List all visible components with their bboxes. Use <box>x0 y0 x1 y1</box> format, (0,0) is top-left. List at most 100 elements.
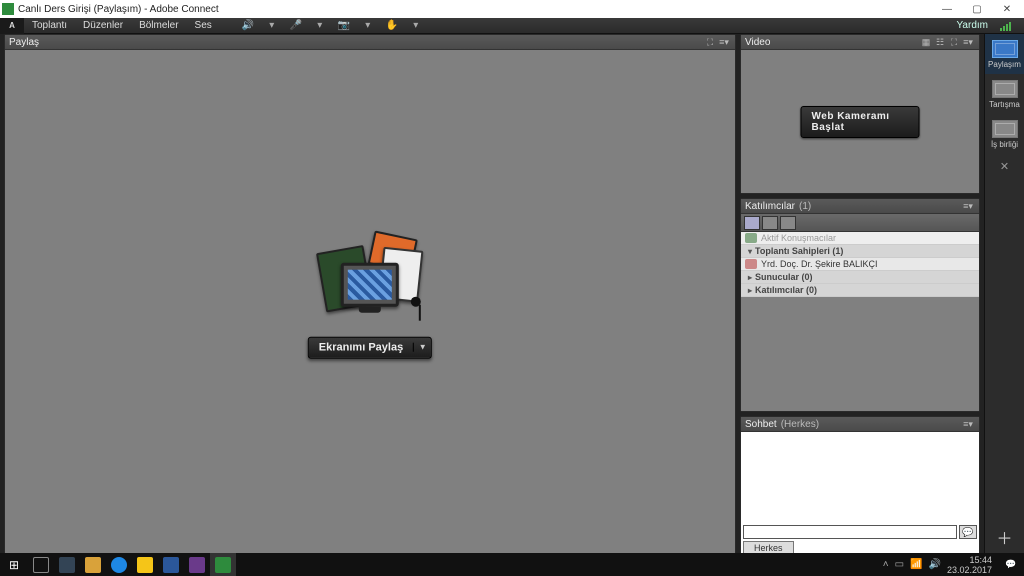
participants-pod-title: Katılımcılar <box>745 201 795 212</box>
active-speakers-row: Aktif Konuşmacılar <box>741 232 979 245</box>
system-tray[interactable]: ˄ ▭ 📶 🔊 <box>877 559 947 570</box>
menu-help[interactable]: Yardım <box>949 20 997 31</box>
window-title: Canlı Ders Girişi (Paylaşım) - Adobe Con… <box>18 4 219 15</box>
menu-audio[interactable]: Ses <box>187 20 220 31</box>
layout-collab[interactable]: İş birliği <box>985 114 1024 154</box>
participants-pod: Katılımcılar (1) ≡▾ Aktif Konuşmacılar ▾… <box>740 198 980 412</box>
volume-icon[interactable]: 🔊 <box>929 559 941 570</box>
layout-share[interactable]: Paylaşım <box>985 34 1024 74</box>
maximize-button[interactable]: ▢ <box>962 4 992 15</box>
fullscreen-icon[interactable]: ⛶ <box>703 37 717 48</box>
attendees-section-label: Katılımcılar (0) <box>755 285 817 295</box>
participant-row[interactable]: Yrd. Doç. Dr. Şekire BALIKÇI <box>741 258 979 271</box>
chat-history[interactable] <box>743 447 977 525</box>
layouts-sidebar: Paylaşım Tartışma İş birliği ✕ ＋ <box>984 34 1024 553</box>
calculator-icon[interactable] <box>54 553 80 576</box>
speaker-icon[interactable]: 🔊 <box>236 20 260 31</box>
mic-icon[interactable]: 🎤 <box>284 20 308 31</box>
windows-taskbar: ⊞ ˄ ▭ 📶 🔊 15:44 23.02.2017 💬 <box>0 553 1024 576</box>
action-center-icon[interactable]: 💬 <box>998 553 1024 576</box>
pod-options-icon[interactable]: ≡▾ <box>961 201 975 212</box>
layout-label: Tartışma <box>989 100 1020 109</box>
chat-input[interactable] <box>743 525 957 539</box>
participant-name: Yrd. Doç. Dr. Şekire BALIKÇI <box>761 259 878 269</box>
video-pod-header[interactable]: Video ▦ ☷ ⛶ ≡▾ <box>741 35 979 50</box>
workspace: Paylaş ⛶ ≡▾ Ekranımı Paylaş ▼ <box>0 34 984 553</box>
chat-pod-header[interactable]: Sohbet (Herkes) ≡▾ <box>741 417 979 432</box>
minimize-button[interactable]: — <box>932 4 962 15</box>
fullscreen-icon[interactable]: ⛶ <box>947 37 961 48</box>
view-breakout-icon[interactable] <box>780 216 796 230</box>
view-list-icon[interactable] <box>744 216 760 230</box>
presenters-section[interactable]: ▸ Sunucular (0) <box>741 271 979 284</box>
chat-pod-title: Sohbet <box>745 419 777 430</box>
participants-toolbar <box>741 214 979 232</box>
share-pod-body: Ekranımı Paylaş ▼ <box>5 50 735 553</box>
share-pod-title: Paylaş <box>9 37 39 48</box>
close-layouts-icon[interactable]: ✕ <box>985 160 1024 173</box>
expand-icon: ▸ <box>745 286 755 295</box>
adobe-logo: A <box>0 18 24 34</box>
menu-pods[interactable]: Bölmeler <box>131 20 186 31</box>
speaker-menu[interactable]: ▾ <box>260 20 284 31</box>
video-pod-title: Video <box>745 37 770 48</box>
share-screen-button[interactable]: Ekranımı Paylaş ▼ <box>308 336 432 358</box>
sticky-notes-icon[interactable] <box>132 553 158 576</box>
app-icon <box>2 3 14 15</box>
window-titlebar: Canlı Ders Girişi (Paylaşım) - Adobe Con… <box>0 0 1024 18</box>
file-explorer-icon[interactable] <box>80 553 106 576</box>
connection-strength-icon[interactable] <box>1000 21 1020 31</box>
adobe-connect-task-icon[interactable] <box>210 553 236 576</box>
chat-scope: (Herkes) <box>781 419 819 430</box>
wifi-icon[interactable]: 📶 <box>910 559 922 570</box>
filmstrip-view-icon[interactable]: ☷ <box>933 37 947 48</box>
tray-chevron-icon[interactable]: ˄ <box>883 559 889 570</box>
battery-icon[interactable]: ▭ <box>895 559 904 570</box>
close-button[interactable]: ✕ <box>992 4 1022 15</box>
chat-tab-label: Herkes <box>754 543 783 553</box>
edge-icon[interactable] <box>106 553 132 576</box>
participants-count: (1) <box>799 201 811 212</box>
chat-send-button[interactable]: 💬 <box>959 525 977 539</box>
participants-pod-header[interactable]: Katılımcılar (1) ≡▾ <box>741 199 979 214</box>
layout-thumb-icon <box>992 120 1018 138</box>
menubar: A Toplantı Düzenler Bölmeler Ses 🔊▾ 🎤▾ 📷… <box>0 18 1024 34</box>
participants-pod-body: Aktif Konuşmacılar ▾ Toplantı Sahipleri … <box>741 214 979 411</box>
layout-thumb-icon <box>992 40 1018 58</box>
expand-icon: ▸ <box>745 273 755 282</box>
word-icon[interactable] <box>158 553 184 576</box>
grid-view-icon[interactable]: ▦ <box>919 37 933 48</box>
webcam-menu[interactable]: ▾ <box>356 20 380 31</box>
clock[interactable]: 15:44 23.02.2017 <box>947 555 998 575</box>
pod-options-icon[interactable]: ≡▾ <box>961 419 975 430</box>
attendees-section[interactable]: ▸ Katılımcılar (0) <box>741 284 979 297</box>
pod-options-icon[interactable]: ≡▾ <box>961 37 975 48</box>
share-pod-header[interactable]: Paylaş ⛶ ≡▾ <box>5 35 735 50</box>
app-icon[interactable] <box>184 553 210 576</box>
pod-options-icon[interactable]: ≡▾ <box>717 37 731 48</box>
hosts-section-label: Toplantı Sahipleri (1) <box>755 246 843 256</box>
mic-menu[interactable]: ▾ <box>308 20 332 31</box>
share-illustration <box>315 232 425 322</box>
chat-pod-body: 💬 Herkes <box>741 432 979 553</box>
start-button[interactable]: ⊞ <box>0 558 28 572</box>
hosts-section[interactable]: ▾ Toplantı Sahipleri (1) <box>741 245 979 258</box>
add-layout-button[interactable]: ＋ <box>985 525 1024 549</box>
host-icon <box>745 259 757 269</box>
start-webcam-button[interactable]: Web Kameramı Başlat <box>801 106 920 138</box>
layout-label: İş birliği <box>991 140 1018 149</box>
task-view-icon[interactable] <box>28 553 54 576</box>
chat-tab-everyone[interactable]: Herkes <box>743 541 794 553</box>
start-webcam-label: Web Kameramı Başlat <box>812 111 890 133</box>
chat-pod: Sohbet (Herkes) ≡▾ 💬 Herkes <box>740 416 980 554</box>
layout-discuss[interactable]: Tartışma <box>985 74 1024 114</box>
status-menu[interactable]: ▾ <box>404 20 428 31</box>
share-screen-dropdown[interactable]: ▼ <box>413 343 431 352</box>
video-pod-body: Web Kameramı Başlat <box>741 50 979 193</box>
webcam-icon[interactable]: 📷 <box>332 20 356 31</box>
menu-meeting[interactable]: Toplantı <box>24 20 75 31</box>
presenters-section-label: Sunucular (0) <box>755 272 813 282</box>
menu-layouts[interactable]: Düzenler <box>75 20 131 31</box>
view-status-icon[interactable] <box>762 216 778 230</box>
raise-hand-icon[interactable]: ✋ <box>380 20 404 31</box>
